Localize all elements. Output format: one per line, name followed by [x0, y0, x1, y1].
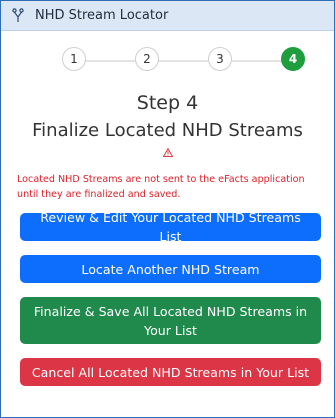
warning-icon [1, 148, 334, 160]
step-title: Finalize Located NHD Streams [32, 120, 303, 141]
step-connector-line [73, 60, 295, 62]
step-heading: Step 4 [136, 92, 199, 114]
nhd-stream-locator-panel: NHD Stream Locator 1 2 3 4 Step 4 Finali… [0, 0, 335, 418]
review-edit-button[interactable]: Review & Edit Your Located NHD Streams L… [20, 210, 321, 244]
warning-message: Located NHD Streams are not sent to the … [17, 174, 305, 200]
step-4-indicator[interactable]: 4 [281, 47, 305, 71]
step-1-indicator[interactable]: 1 [62, 47, 86, 71]
step-3-indicator[interactable]: 3 [208, 47, 232, 71]
locate-another-button[interactable]: Locate Another NHD Stream [20, 255, 321, 283]
fork-icon [11, 8, 25, 24]
step-2-indicator[interactable]: 2 [135, 47, 159, 71]
cancel-all-button[interactable]: Cancel All Located NHD Streams in Your L… [20, 358, 321, 386]
step-progress: 1 2 3 4 [1, 47, 334, 75]
panel-header[interactable]: NHD Stream Locator [1, 1, 334, 31]
panel-title: NHD Stream Locator [35, 8, 169, 23]
finalize-save-button[interactable]: Finalize & Save All Located NHD Streams … [20, 297, 321, 344]
